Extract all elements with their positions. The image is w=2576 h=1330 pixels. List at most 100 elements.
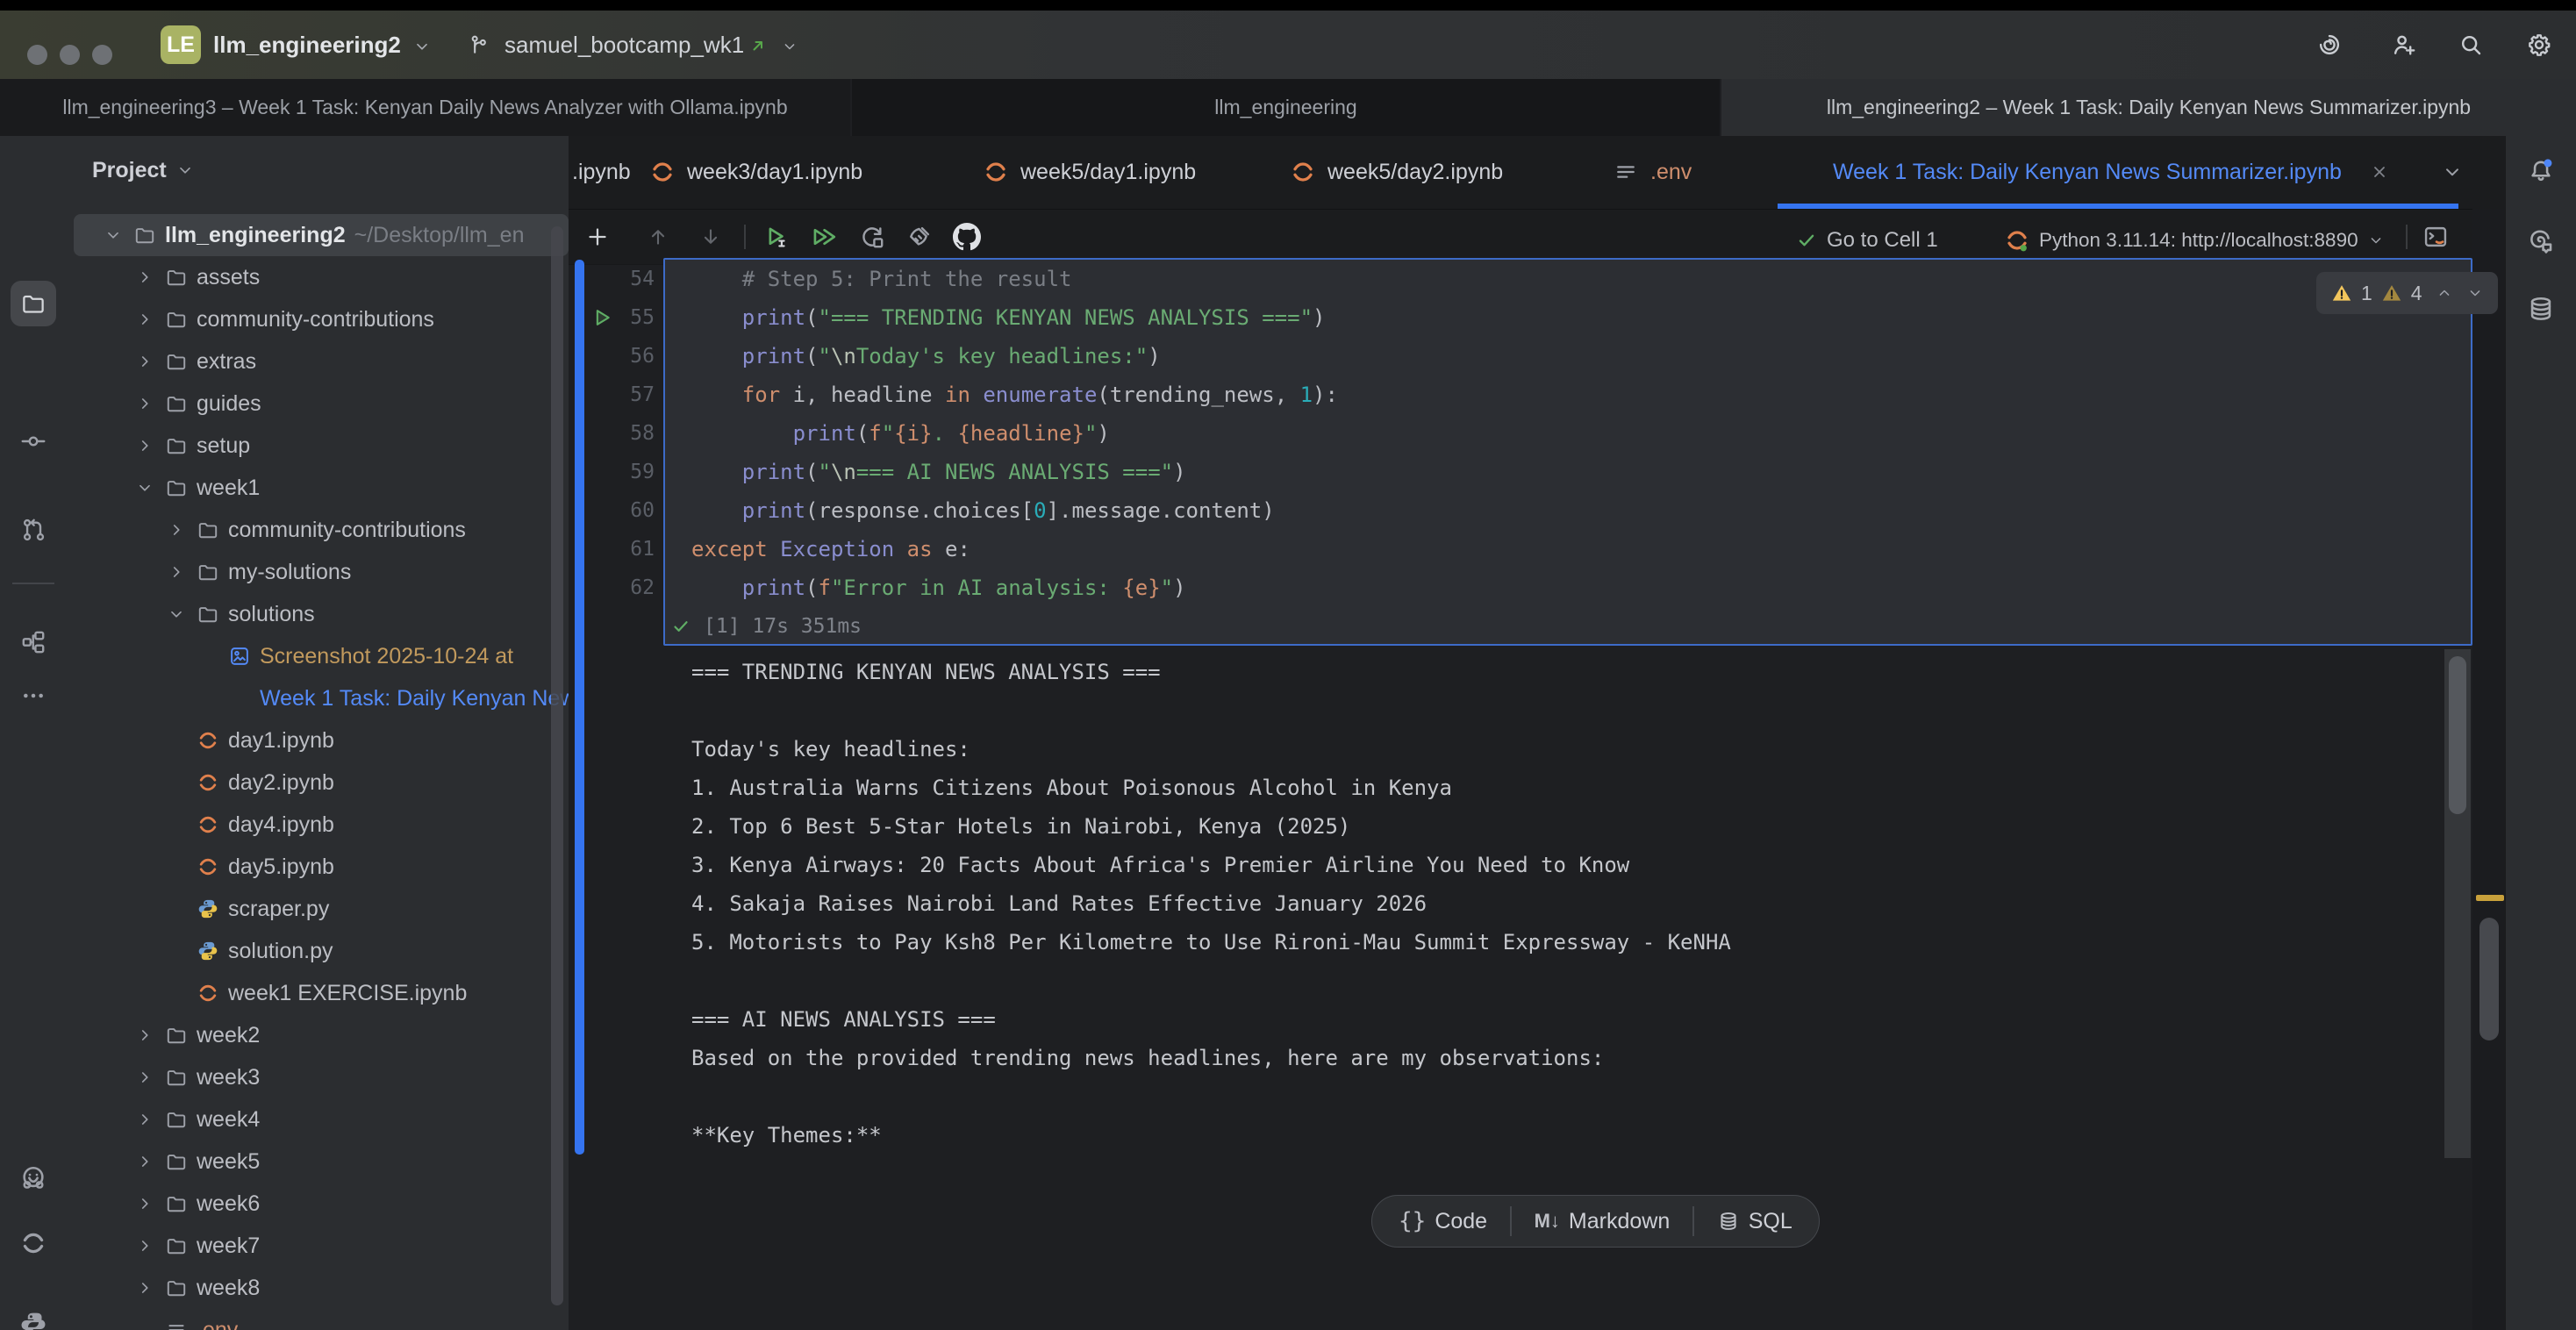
chevron-right-icon[interactable] (135, 1026, 154, 1045)
tree-item-week7[interactable]: week7 (74, 1225, 569, 1267)
tree-item-day2-ipynb[interactable]: day2.ipynb (74, 762, 569, 804)
editor-tab[interactable]: .ipynb (572, 136, 631, 208)
window-tab[interactable]: llm_engineering (852, 79, 1720, 136)
tree-item-day4-ipynb[interactable]: day4.ipynb (74, 804, 569, 846)
notifications-bell-icon[interactable] (2526, 156, 2556, 186)
tree-item-week8[interactable]: week8 (74, 1267, 569, 1309)
project-switcher[interactable]: llm_engineering2 (213, 11, 401, 79)
pull-request-tool-icon[interactable] (19, 516, 47, 544)
window-tab[interactable]: llm_engineering2 – Week 1 Task: Daily Ke… (1721, 79, 2576, 136)
close-tab-icon[interactable] (2369, 161, 2390, 182)
tree-item-scraper-py[interactable]: scraper.py (74, 888, 569, 930)
commit-tool-icon[interactable] (19, 427, 47, 455)
tree-item-week-1-task-daily-kenyan-news-[interactable]: Week 1 Task: Daily Kenyan News Summarize… (74, 677, 569, 719)
add-code-cell-button[interactable]: {}Code (1399, 1208, 1487, 1234)
tree-item-week5[interactable]: week5 (74, 1141, 569, 1183)
structure-tool-icon[interactable] (19, 628, 47, 656)
chevron-right-icon[interactable] (135, 436, 154, 455)
chevron-right-icon[interactable] (135, 394, 154, 413)
editor-tab[interactable]: week5/day2.ipynb (1290, 136, 1503, 208)
jupyter-console-icon[interactable] (2422, 223, 2450, 251)
tree-item-my-solutions[interactable]: my-solutions (74, 551, 569, 593)
window-minimize-button[interactable] (60, 45, 80, 65)
tree-item-solution-py[interactable]: solution.py (74, 930, 569, 972)
settings-gear-icon[interactable] (2525, 31, 2553, 59)
branch-selector[interactable]: samuel_bootcamp_wk1 (504, 11, 744, 79)
editor-tab[interactable]: .env (1613, 136, 1692, 208)
jupyter-tool-icon[interactable] (19, 1229, 47, 1257)
add-cell-button[interactable] (584, 224, 611, 250)
run-line-marker-icon[interactable] (590, 305, 614, 330)
editor-tab-active[interactable]: Week 1 Task: Daily Kenyan News Summarize… (1795, 136, 2390, 208)
github-icon[interactable] (953, 223, 981, 251)
tree-item-community-contributions[interactable]: community-contributions (74, 509, 569, 551)
tree-item-llm-engineering2[interactable]: llm_engineering2~/Desktop/llm_en (74, 214, 569, 256)
chevron-right-icon[interactable] (135, 310, 154, 329)
tree-item-community-contributions[interactable]: community-contributions (74, 298, 569, 340)
hidden-tabs-dropdown-icon[interactable] (2441, 161, 2464, 183)
ai-assistant-icon[interactable] (2315, 31, 2343, 59)
project-tree-scrollbar[interactable] (551, 226, 563, 1305)
next-warning-icon[interactable] (2466, 284, 2484, 302)
editor-tab[interactable]: week3/day1.ipynb (649, 136, 862, 208)
prev-warning-icon[interactable] (2436, 284, 2453, 302)
add-markdown-cell-button[interactable]: M↓Markdown (1535, 1209, 1671, 1234)
database-tool-icon[interactable] (2526, 294, 2556, 324)
inspections-widget[interactable]: 1 4 (2316, 272, 2498, 314)
tree-item-day1-ipynb[interactable]: day1.ipynb (74, 719, 569, 762)
chevron-right-icon[interactable] (135, 1068, 154, 1087)
run-all-cells-button[interactable] (809, 223, 837, 251)
tree-item-week4[interactable]: week4 (74, 1098, 569, 1141)
project-panel-header[interactable]: Project (92, 149, 195, 191)
chevron-right-icon[interactable] (135, 1278, 154, 1298)
more-tools-icon[interactable] (19, 682, 47, 710)
clear-outputs-button[interactable] (905, 223, 934, 251)
editor-scrollbar-thumb[interactable] (2479, 918, 2499, 1040)
move-cell-down-button[interactable] (698, 225, 723, 249)
chevron-down-icon[interactable] (781, 38, 798, 55)
chevron-right-icon[interactable] (135, 1110, 154, 1129)
tree-item-week3[interactable]: week3 (74, 1056, 569, 1098)
chevron-right-icon[interactable] (135, 352, 154, 371)
tree-item-extras[interactable]: extras (74, 340, 569, 383)
tree-item-solutions[interactable]: solutions (74, 593, 569, 635)
editor-tab[interactable]: week5/day1.ipynb (983, 136, 1196, 208)
error-stripe-warning-mark[interactable] (2476, 895, 2504, 901)
chevron-right-icon[interactable] (135, 1152, 154, 1171)
tree-item-week1-exercise-ipynb[interactable]: week1 EXERCISE.ipynb (74, 972, 569, 1014)
ai-chat-tool-icon[interactable] (2526, 226, 2556, 256)
tree-item-screenshot-2025-10-24-at[interactable]: Screenshot 2025-10-24 at (74, 635, 569, 677)
tree-item--env[interactable]: .env (74, 1309, 569, 1330)
run-cell-button[interactable] (762, 223, 790, 251)
output-scrollbar-thumb[interactable] (2449, 656, 2466, 814)
add-sql-cell-button[interactable]: SQL (1717, 1209, 1792, 1234)
chevron-right-icon[interactable] (135, 1236, 154, 1255)
tree-item-setup[interactable]: setup (74, 425, 569, 467)
tree-item-day5-ipynb[interactable]: day5.ipynb (74, 846, 569, 888)
tree-item-week6[interactable]: week6 (74, 1183, 569, 1225)
project-tool-button[interactable] (11, 281, 56, 326)
tree-item-week2[interactable]: week2 (74, 1014, 569, 1056)
push-arrow-icon[interactable] (748, 35, 769, 56)
tree-item-assets[interactable]: assets (74, 256, 569, 298)
chevron-right-icon[interactable] (167, 520, 186, 540)
chevron-right-icon[interactable] (135, 1194, 154, 1213)
add-user-icon[interactable] (2390, 31, 2418, 59)
tree-item-week1[interactable]: week1 (74, 467, 569, 509)
cell-output[interactable]: === TRENDING KENYAN NEWS ANALYSIS === To… (691, 653, 1731, 1155)
chevron-down-icon[interactable] (104, 225, 123, 245)
chevron-down-icon[interactable] (167, 604, 186, 624)
window-close-button[interactable] (27, 45, 47, 65)
chevron-right-icon[interactable] (167, 562, 186, 582)
project-badge[interactable]: LE (161, 25, 201, 64)
restart-kernel-button[interactable] (858, 223, 886, 251)
move-cell-up-button[interactable] (646, 225, 670, 249)
window-zoom-button[interactable] (92, 45, 112, 65)
search-icon[interactable] (2457, 31, 2485, 59)
window-tab[interactable]: llm_engineering3 – Week 1 Task: Kenyan D… (0, 79, 850, 136)
chevron-right-icon[interactable] (135, 268, 154, 287)
python-console-tool-icon[interactable] (18, 1310, 48, 1330)
huggingface-tool-icon[interactable] (18, 1163, 48, 1193)
tree-item-guides[interactable]: guides (74, 383, 569, 425)
chevron-down-icon[interactable] (135, 478, 154, 497)
